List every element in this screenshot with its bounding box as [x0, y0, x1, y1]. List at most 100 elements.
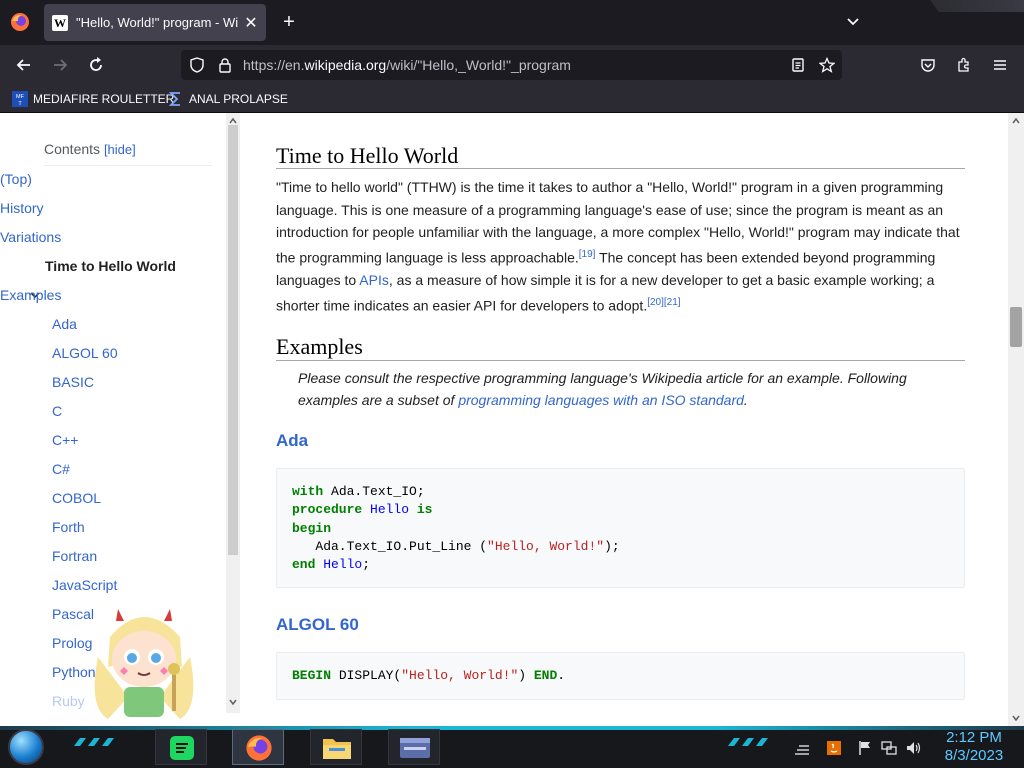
bookmark-label: ANAL PROLAPSE [189, 92, 288, 106]
bookmark-mediafire[interactable]: MF T MEDIAFIRE ROULETTER [12, 90, 174, 108]
toc-title: Contents [44, 141, 101, 157]
scroll-down-icon[interactable] [1011, 713, 1021, 723]
toc-item-forth[interactable]: Forth [52, 519, 85, 535]
code-text: DISPLAY( [331, 668, 402, 683]
new-tab-button[interactable]: + [279, 12, 299, 32]
hatnote: Please consult the respective programmin… [298, 367, 958, 411]
svg-text:MF: MF [16, 94, 25, 100]
scroll-down-icon[interactable] [228, 697, 238, 707]
url-text[interactable]: https://en.wikipedia.org/wiki/"Hello,_Wo… [243, 57, 571, 73]
firefox-icon[interactable] [10, 12, 30, 32]
taskbar-decoration [74, 738, 114, 746]
forward-button[interactable] [50, 55, 70, 75]
desktop-mascot-character [94, 609, 194, 719]
tab-wikipedia[interactable]: W "Hello, World!" program - Wikipedia ✕ [44, 4, 266, 41]
back-button[interactable] [14, 55, 34, 75]
code-keyword: procedure [292, 502, 363, 518]
code-text: ) [518, 668, 534, 683]
article-body: Time to Hello World "Time to hello world… [276, 113, 966, 726]
hatnote-text-2: . [743, 392, 748, 408]
tab-title: "Hello, World!" program - Wikipedia [76, 15, 238, 30]
url-prefix: https://en. [243, 57, 305, 73]
taskbar-accent-strip [0, 726, 1024, 730]
code-text: ); [604, 538, 620, 554]
reload-icon [90, 57, 102, 71]
bookmark-star-icon[interactable] [819, 57, 835, 73]
toc-item-algol-60[interactable]: ALGOL 60 [52, 345, 118, 361]
toc-item-ruby[interactable]: Ruby [52, 693, 85, 709]
scroll-up-icon[interactable] [1011, 116, 1021, 126]
toc-item-examples[interactable]: Examples [0, 287, 61, 303]
taskbar-app-window[interactable] [388, 729, 440, 765]
menu-icon[interactable] [992, 57, 1008, 73]
code-text: Ada.Text_IO.Put_Line ( [292, 538, 488, 554]
reload-button[interactable] [86, 55, 106, 75]
apis-link[interactable]: APIs [359, 272, 389, 288]
bookmark-label: MEDIAFIRE ROULETTER [33, 92, 175, 106]
web-content: Contents [hide] (Top) History Variations… [0, 113, 1024, 726]
taskbar-app-firefox[interactable] [232, 729, 284, 765]
heading-examples: Examples [276, 334, 363, 359]
iso-languages-link[interactable]: programming languages with an ISO standa… [458, 392, 744, 408]
url-domain: wikipedia.org [304, 57, 387, 73]
taskbar-app-file-explorer[interactable] [310, 729, 362, 765]
tthw-paragraph: "Time to hello world" (TTHW) is the time… [276, 176, 966, 317]
code-keyword: end [292, 557, 316, 573]
code-keyword: BEGIN [292, 668, 332, 683]
toc-divider [44, 165, 212, 166]
url-bar[interactable]: https://en.wikipedia.org/wiki/"Hello,_Wo… [181, 50, 842, 80]
taskbar-clock[interactable]: 2:12 PM 8/3/2023 [934, 729, 1014, 765]
heading-time-to-hello-world: Time to Hello World [276, 143, 459, 168]
shield-icon[interactable] [189, 57, 205, 73]
mediafire-favicon-icon: MFT [12, 91, 28, 107]
code-keyword: begin [292, 520, 332, 536]
page-scrollbar-thumb[interactable] [1010, 307, 1022, 347]
spotify-icon [170, 736, 194, 760]
bookmark-second[interactable]: ANAL PROLAPSE [168, 90, 288, 108]
flag-icon[interactable] [857, 740, 873, 756]
code-keyword: with [292, 484, 324, 499]
clock-time: 2:12 PM [946, 729, 1002, 746]
extensions-icon[interactable] [956, 57, 972, 73]
toc-item-history[interactable]: History [0, 200, 44, 216]
citation-20-21[interactable]: [20][21] [647, 297, 680, 308]
toc-item-cpp[interactable]: C++ [52, 432, 78, 448]
toc-item-basic[interactable]: BASIC [52, 374, 94, 390]
toc-item-variations[interactable]: Variations [0, 229, 61, 245]
close-tab-icon[interactable]: ✕ [244, 13, 258, 33]
wikipedia-favicon: W [52, 14, 68, 31]
page-scrollbar[interactable] [1008, 113, 1024, 726]
lock-icon[interactable] [217, 57, 233, 73]
volume-icon[interactable] [905, 740, 921, 756]
theme-decoration [930, 0, 1024, 12]
code-text: ; [362, 557, 371, 573]
java-icon[interactable] [826, 740, 842, 756]
show-hidden-icons-icon[interactable] [794, 740, 810, 756]
chevron-down-icon[interactable] [845, 14, 861, 30]
toc-item-csharp[interactable]: C# [52, 461, 70, 477]
scroll-up-icon[interactable] [228, 116, 238, 126]
firefox-icon [246, 735, 272, 761]
reader-view-icon[interactable] [790, 57, 806, 73]
toc-item-ada[interactable]: Ada [52, 316, 77, 332]
toc-item-c[interactable]: C [52, 403, 62, 419]
taskbar-app-spotify[interactable] [155, 729, 207, 765]
pocket-icon[interactable] [920, 57, 936, 73]
code-name: Hello [323, 557, 363, 573]
code-string: "Hello, World!" [401, 668, 519, 683]
network-icon[interactable] [881, 740, 897, 756]
citation-19[interactable]: [19] [579, 249, 596, 260]
toc-item-top[interactable]: (Top) [0, 171, 32, 187]
toc-item-javascript[interactable]: JavaScript [52, 577, 117, 593]
toc-scrollbar-thumb[interactable] [228, 125, 238, 555]
toc-item-fortran[interactable]: Fortran [52, 548, 97, 564]
heading-algol-60: ALGOL 60 [276, 615, 359, 634]
tab-bar: W "Hello, World!" program - Wikipedia ✕ … [0, 0, 1024, 45]
taskbar-decoration [728, 738, 768, 746]
toc-item-time-to-hello-world[interactable]: Time to Hello World [45, 258, 176, 274]
bookmarks-toolbar: MF T MEDIAFIRE ROULETTER ANAL PROLAPSE [0, 85, 1024, 113]
start-button[interactable] [8, 729, 44, 765]
toc-hide-link[interactable]: [hide] [104, 142, 136, 157]
toc-item-cobol[interactable]: COBOL [52, 490, 101, 506]
toc-item-prolog[interactable]: Prolog [52, 635, 92, 651]
